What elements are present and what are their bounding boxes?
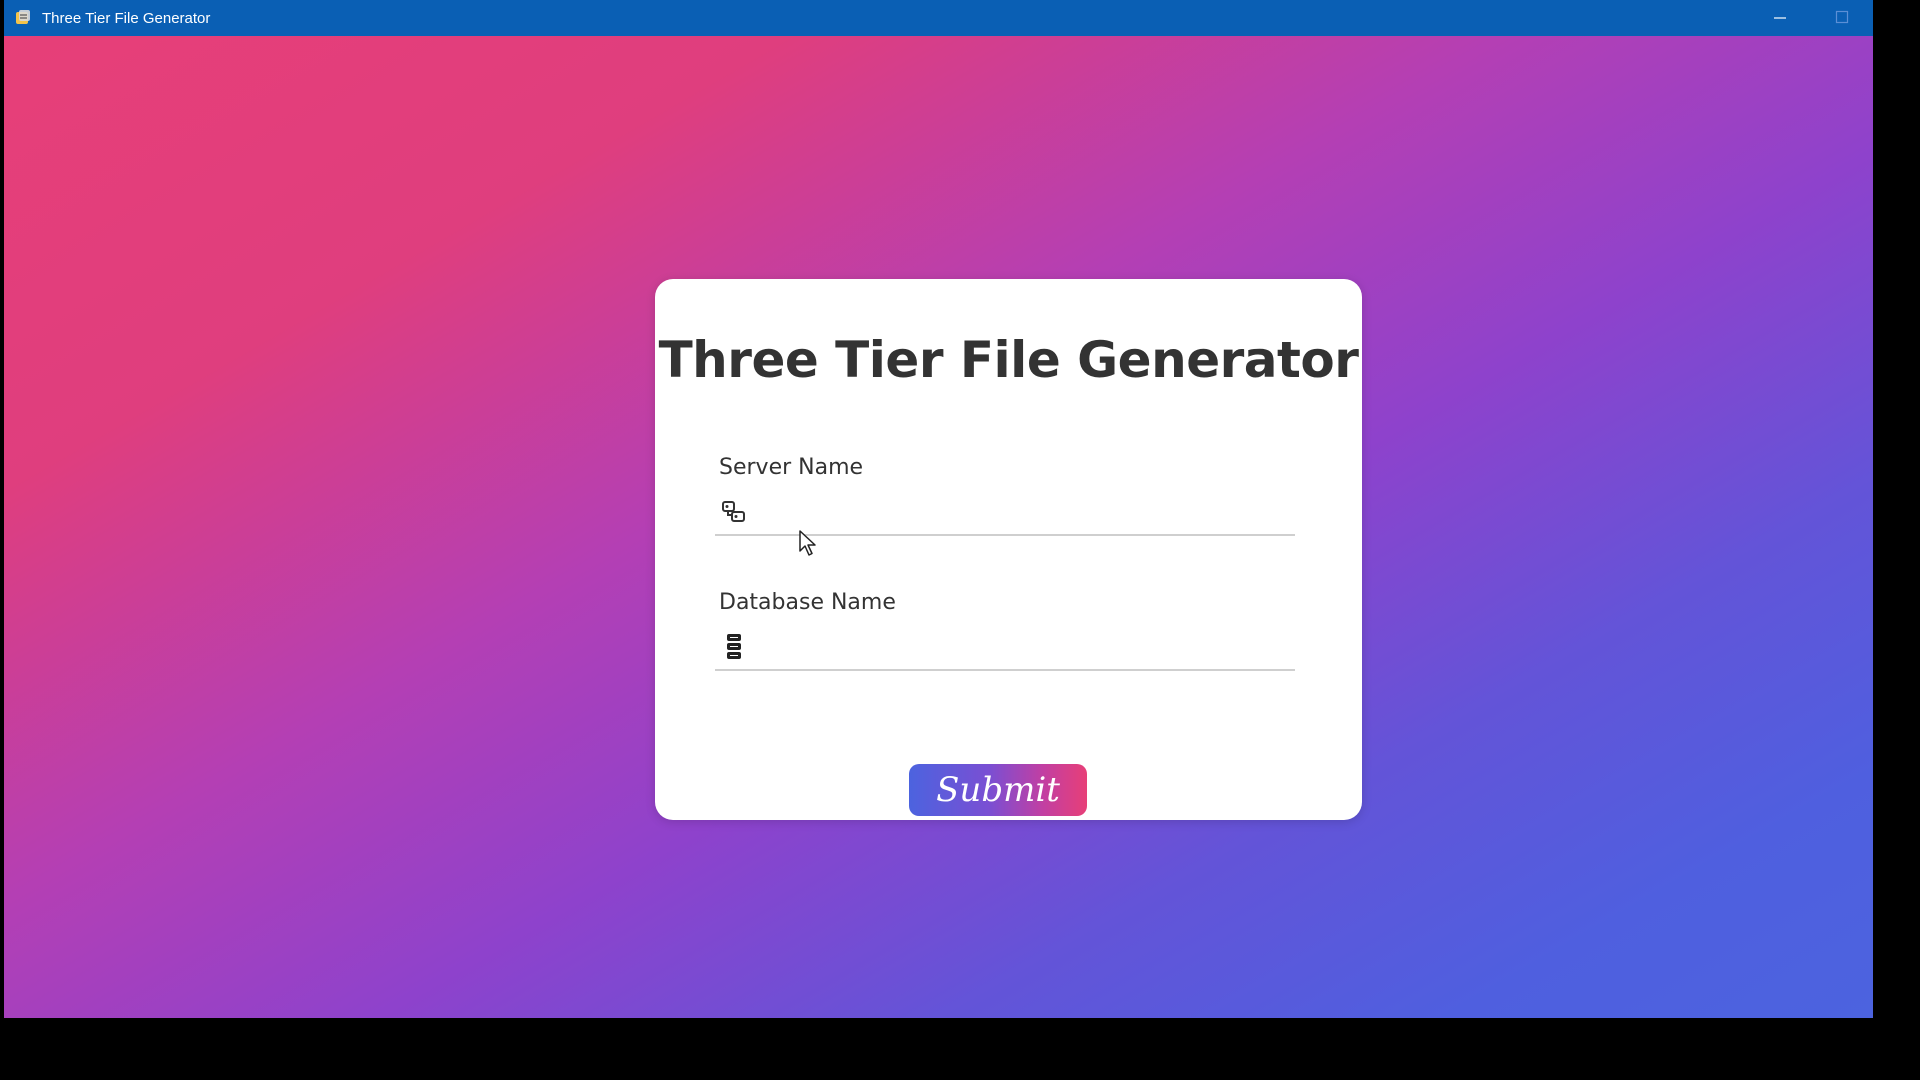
app-background: Three Tier File Generator Server Name Da… [4,36,1873,1018]
minimize-icon [1773,9,1787,28]
database-icon [719,632,749,662]
maximize-icon [1835,9,1849,28]
database-name-field: Database Name [715,590,1295,671]
window-controls [1749,0,1873,36]
minimize-button[interactable] [1749,0,1811,36]
title-bar[interactable]: Three Tier File Generator [4,0,1873,36]
server-name-input[interactable] [749,493,1295,531]
mouse-cursor-icon [798,529,818,557]
database-name-input-row [715,625,1295,671]
server-name-field: Server Name [715,455,1295,536]
app-icon [14,9,32,27]
database-name-input[interactable] [749,628,1295,666]
page-title: Three Tier File Generator [658,331,1359,389]
submit-button[interactable]: Submit [909,764,1087,816]
maximize-button[interactable] [1811,0,1873,36]
app-window: Three Tier File Generator Three Tier Fil… [4,0,1873,1018]
server-name-label: Server Name [719,455,864,480]
window-title: Three Tier File Generator [42,9,211,27]
server-icon [719,497,749,527]
generator-form-card: Three Tier File Generator Server Name Da… [655,279,1362,820]
database-name-label: Database Name [719,590,896,615]
